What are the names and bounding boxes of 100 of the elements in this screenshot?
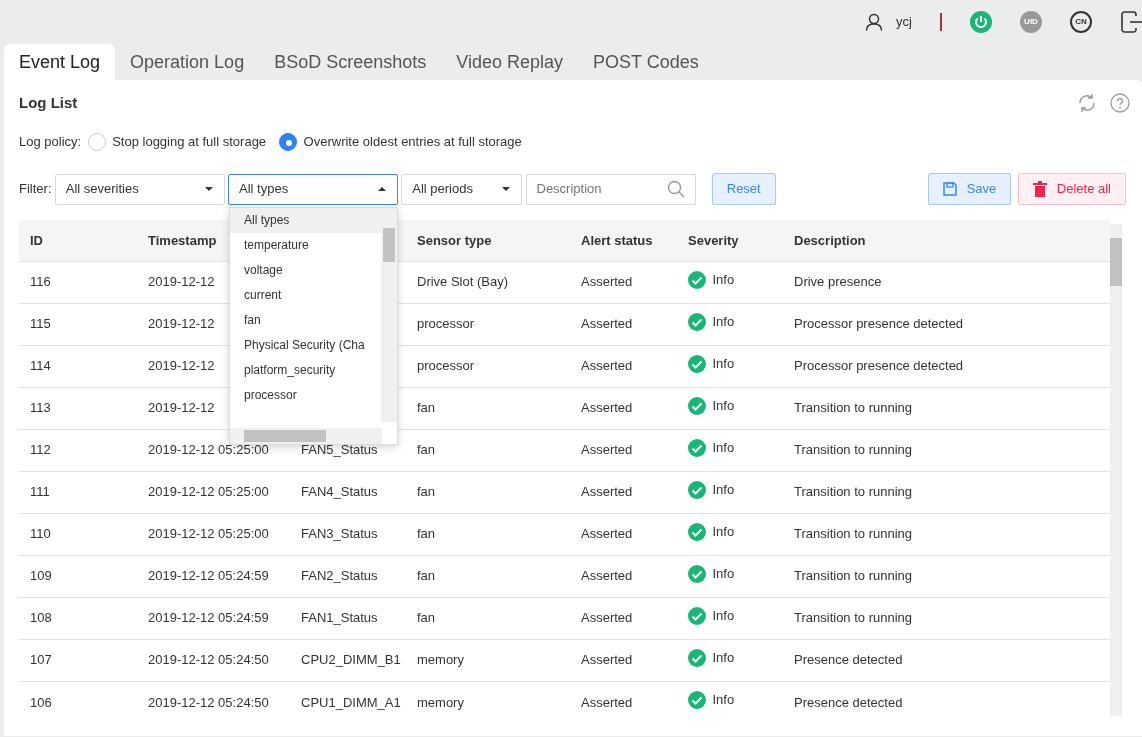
tab[interactable]: POST Codes — [578, 44, 714, 80]
caret-icon — [501, 185, 512, 193]
table-cell: 110 — [30, 526, 51, 542]
table-cell: Asserted — [581, 400, 633, 416]
search-field[interactable]: Description — [525, 173, 696, 205]
table-cell: 111 — [30, 484, 50, 500]
tab[interactable]: Operation Log — [115, 44, 260, 80]
check-icon — [688, 564, 706, 583]
table-cell: Presence detected — [794, 694, 903, 710]
tab[interactable]: BSoD Screenshots — [259, 44, 442, 80]
table-cell: Asserted — [581, 652, 633, 668]
dropdown-option[interactable]: Physical Security (Cha — [230, 333, 381, 358]
table-cell: FAN5_Status — [301, 442, 378, 458]
scrollbar[interactable] — [230, 428, 382, 444]
table-cell: FAN3_Status — [301, 526, 378, 542]
column-header: Alert status — [570, 220, 677, 261]
table-cell: Asserted — [581, 568, 633, 584]
dropdown-option[interactable]: processor — [230, 383, 381, 408]
severity-text: Info — [712, 691, 735, 710]
column-header: ID — [19, 220, 137, 261]
table-cell: 107 — [30, 652, 52, 668]
table-cell: 2019-12-12 — [148, 358, 215, 374]
severity-text: Info — [712, 648, 735, 667]
panel-title: Log List — [19, 92, 78, 113]
radio-label[interactable]: Stop logging at full storage — [112, 132, 267, 152]
dropdown-option[interactable]: current — [230, 283, 381, 308]
check-icon — [688, 354, 706, 373]
user-icon[interactable] — [865, 13, 884, 31]
tab[interactable]: Video Replay — [441, 44, 578, 80]
table-cell: Transition to running — [794, 526, 913, 542]
table-cell: Asserted — [581, 484, 633, 500]
table-cell: 2019-12-12 05:24:59 — [148, 610, 269, 626]
table-cell: 2019-12-12 05:25:00 — [148, 442, 269, 458]
table-cell: 2019-12-12 — [148, 316, 215, 332]
power-icon[interactable] — [970, 11, 992, 33]
severity-text: Info — [712, 606, 735, 625]
dropdown-option[interactable]: platform_security — [230, 358, 381, 383]
refresh-icon[interactable] — [1077, 93, 1097, 113]
table-cell: Transition to running — [794, 484, 913, 500]
check-icon — [688, 480, 706, 499]
table-cell: Asserted — [581, 358, 633, 374]
dropdown-value: All severities — [65, 180, 139, 199]
dropdown[interactable]: All periods — [401, 173, 523, 205]
scrollbar[interactable] — [1110, 224, 1122, 716]
radio-button[interactable] — [279, 133, 298, 151]
dropdown[interactable]: All types — [228, 173, 398, 205]
save-icon — [942, 182, 957, 196]
table-cell: Presence detected — [794, 652, 903, 668]
table-cell: Asserted — [581, 316, 633, 332]
column-header: Severity — [677, 220, 783, 261]
table-cell: CPU1_DIMM_A1 — [301, 694, 401, 710]
scrollbar[interactable] — [381, 208, 397, 422]
dropdown-option[interactable]: fan — [230, 308, 381, 333]
table-cell: 2019-12-12 05:25:00 — [148, 526, 269, 542]
column-header: Sensor type — [406, 220, 570, 261]
check-icon — [688, 312, 706, 331]
policy-label: Log policy: — [19, 133, 82, 152]
table-cell: 109 — [30, 568, 52, 584]
table-cell: Asserted — [581, 526, 633, 542]
table-cell: Processor presence detected — [794, 316, 964, 332]
dropdown-option[interactable]: voltage — [230, 258, 381, 283]
table-cell: Transition to running — [794, 610, 913, 626]
table-cell: Asserted — [581, 694, 633, 710]
table-cell: processor — [417, 358, 475, 374]
dropdown[interactable]: All severities — [54, 173, 225, 205]
check-icon — [688, 522, 706, 541]
dropdown-option[interactable]: All types — [230, 208, 381, 233]
language-button[interactable]: CN — [1070, 11, 1092, 33]
delete-all-button[interactable]: Delete all — [1017, 173, 1126, 205]
search-icon — [666, 180, 685, 198]
table-cell: 112 — [30, 442, 51, 458]
table-cell: FAN2_Status — [301, 568, 378, 584]
severity-text: Info — [712, 480, 735, 499]
table-cell: fan — [417, 568, 436, 584]
severity-text: Info — [712, 312, 735, 331]
table-cell: fan — [417, 610, 436, 626]
table-cell: 106 — [30, 694, 52, 710]
check-icon — [688, 648, 706, 667]
table-cell: 108 — [30, 610, 52, 626]
table-cell: 114 — [30, 358, 51, 374]
check-icon — [688, 438, 706, 457]
caret-icon — [377, 185, 387, 193]
table-cell: 116 — [30, 274, 51, 290]
logout-icon[interactable] — [1120, 11, 1142, 33]
table-cell: 2019-12-12 05:25:00 — [148, 484, 269, 500]
table-cell: FAN1_Status — [301, 610, 378, 626]
tab[interactable]: Event Log — [4, 44, 116, 80]
help-icon[interactable] — [1110, 93, 1130, 113]
table-cell: memory — [417, 652, 464, 668]
severity-text: Info — [712, 438, 735, 457]
dropdown-value: All periods — [412, 180, 473, 199]
table-cell: FAN4_Status — [301, 484, 378, 500]
user-name[interactable]: ycj — [896, 12, 912, 32]
table-cell: Transition to running — [794, 400, 913, 416]
table-cell: fan — [417, 442, 436, 458]
table-cell: Drive presence — [794, 274, 882, 290]
check-icon — [688, 396, 706, 415]
radio-label[interactable]: Overwrite oldest entries at full storage — [303, 132, 522, 152]
severity-text: Info — [712, 564, 735, 583]
table-cell: Asserted — [581, 274, 633, 290]
